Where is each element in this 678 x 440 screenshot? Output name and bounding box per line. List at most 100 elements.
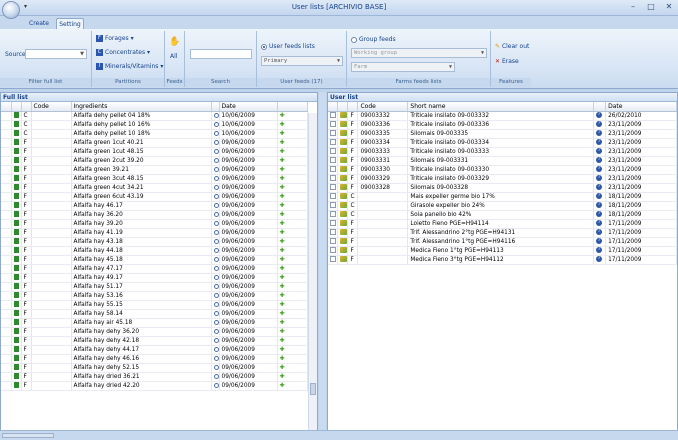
add-cell[interactable]: ✚ bbox=[277, 165, 308, 175]
table-row[interactable]: F Loietto Fieno PGE=H94114 i 17/11/2009 bbox=[328, 219, 677, 229]
row-checkbox-cell[interactable] bbox=[328, 138, 339, 148]
info-icon[interactable]: i bbox=[596, 121, 603, 127]
minimize-icon[interactable]: – bbox=[628, 2, 638, 12]
row-selector[interactable] bbox=[1, 138, 12, 148]
add-arrow-icon[interactable]: ✚ bbox=[280, 328, 285, 335]
add-cell[interactable]: ✚ bbox=[277, 228, 308, 238]
add-cell[interactable]: ✚ bbox=[277, 138, 308, 148]
row-selector[interactable] bbox=[1, 165, 12, 175]
col-code[interactable]: Code bbox=[357, 102, 409, 112]
info-cell[interactable]: i bbox=[593, 237, 607, 247]
erase-button[interactable]: ✕ Erase bbox=[495, 58, 519, 65]
search-cell[interactable] bbox=[211, 111, 220, 121]
row-selector[interactable] bbox=[1, 183, 12, 193]
row-checkbox[interactable] bbox=[330, 175, 336, 181]
search-cell[interactable] bbox=[211, 174, 220, 184]
table-row[interactable]: F Medica Fieno 3°tg PGE=H94112 i 17/11/2009 bbox=[328, 255, 677, 265]
search-cell[interactable] bbox=[211, 156, 220, 166]
feeds-all-button[interactable]: All bbox=[170, 53, 177, 60]
magnifier-icon[interactable] bbox=[213, 382, 218, 388]
table-row[interactable]: C Girasole expeller bio 24% i 18/11/2009 bbox=[328, 201, 677, 211]
row-checkbox[interactable] bbox=[330, 139, 336, 145]
add-arrow-icon[interactable]: ✚ bbox=[280, 202, 285, 209]
magnifier-icon[interactable] bbox=[213, 193, 218, 199]
horizontal-scrollbar[interactable] bbox=[2, 433, 54, 438]
add-arrow-icon[interactable]: ✚ bbox=[280, 247, 285, 254]
farm-select[interactable]: Farm ▼ bbox=[351, 62, 455, 72]
search-cell[interactable] bbox=[211, 291, 220, 301]
info-cell[interactable]: i bbox=[593, 111, 607, 121]
minerals-button[interactable]: I Minerals/Vitamins ▾ bbox=[96, 63, 163, 70]
magnifier-icon[interactable] bbox=[213, 157, 218, 163]
row-selector[interactable] bbox=[1, 120, 12, 130]
info-cell[interactable]: i bbox=[593, 219, 607, 229]
add-cell[interactable]: ✚ bbox=[277, 282, 308, 292]
row-selector[interactable] bbox=[1, 255, 12, 265]
row-selector[interactable] bbox=[1, 147, 12, 157]
add-arrow-icon[interactable]: ✚ bbox=[280, 310, 285, 317]
row-selector[interactable] bbox=[1, 273, 12, 283]
search-cell[interactable] bbox=[211, 336, 220, 346]
add-cell[interactable]: ✚ bbox=[277, 309, 308, 319]
row-checkbox[interactable] bbox=[330, 202, 336, 208]
row-selector[interactable] bbox=[1, 192, 12, 202]
table-row[interactable]: F Alfalfa hay dried 42.20 09/06/2009 ✚ bbox=[1, 381, 308, 391]
info-icon[interactable]: i bbox=[596, 238, 603, 244]
search-cell[interactable] bbox=[211, 264, 220, 274]
magnifier-icon[interactable] bbox=[213, 211, 218, 217]
search-cell[interactable] bbox=[211, 282, 220, 292]
row-checkbox-cell[interactable] bbox=[328, 246, 339, 256]
magnifier-icon[interactable] bbox=[213, 328, 218, 334]
magnifier-icon[interactable] bbox=[213, 238, 218, 244]
row-checkbox[interactable] bbox=[330, 148, 336, 154]
info-icon[interactable]: i bbox=[596, 211, 603, 217]
table-row[interactable]: F Alfalfa hay dried 36.21 09/06/2009 ✚ bbox=[1, 372, 308, 382]
add-arrow-icon[interactable]: ✚ bbox=[280, 175, 285, 182]
add-cell[interactable]: ✚ bbox=[277, 219, 308, 229]
info-cell[interactable]: i bbox=[593, 147, 607, 157]
table-row[interactable]: F Alfalfa hay 44.18 09/06/2009 ✚ bbox=[1, 246, 308, 256]
info-icon[interactable]: i bbox=[596, 148, 603, 154]
working-group-select[interactable]: Working group ▼ bbox=[351, 48, 487, 58]
table-row[interactable]: F 09003332 Triticale insilato 09-003332 i 26… bbox=[328, 111, 677, 121]
row-selector[interactable] bbox=[1, 228, 12, 238]
row-checkbox-cell[interactable] bbox=[328, 129, 339, 139]
table-row[interactable]: F Alfalfa hay 45.18 09/06/2009 ✚ bbox=[1, 255, 308, 265]
row-checkbox-cell[interactable] bbox=[328, 210, 339, 220]
add-arrow-icon[interactable]: ✚ bbox=[280, 166, 285, 173]
table-row[interactable]: F Alfalfa hay air 45.18 09/06/2009 ✚ bbox=[1, 318, 308, 328]
info-cell[interactable]: i bbox=[593, 165, 607, 175]
table-row[interactable]: F Trif. Alessandrino 2°tg PGE=H94131 i 17/1… bbox=[328, 228, 677, 238]
row-selector[interactable] bbox=[1, 237, 12, 247]
table-row[interactable]: F Alfalfa green 6cut 43.19 09/06/2009 ✚ bbox=[1, 192, 308, 202]
search-cell[interactable] bbox=[211, 237, 220, 247]
search-cell[interactable] bbox=[211, 129, 220, 139]
add-arrow-icon[interactable]: ✚ bbox=[280, 229, 285, 236]
search-cell[interactable] bbox=[211, 273, 220, 283]
table-row[interactable]: F Alfalfa hay dehy 42.18 09/06/2009 ✚ bbox=[1, 336, 308, 346]
info-icon[interactable]: i bbox=[596, 247, 603, 253]
close-icon[interactable]: ✕ bbox=[664, 2, 674, 12]
info-icon[interactable]: i bbox=[596, 193, 603, 199]
add-arrow-icon[interactable]: ✚ bbox=[280, 130, 285, 137]
add-cell[interactable]: ✚ bbox=[277, 129, 308, 139]
row-checkbox[interactable] bbox=[330, 112, 336, 118]
info-cell[interactable]: i bbox=[593, 228, 607, 238]
row-selector[interactable] bbox=[1, 282, 12, 292]
info-icon[interactable]: i bbox=[596, 157, 603, 163]
add-arrow-icon[interactable]: ✚ bbox=[280, 211, 285, 218]
row-checkbox[interactable] bbox=[330, 229, 336, 235]
magnifier-icon[interactable] bbox=[213, 112, 218, 118]
table-row[interactable]: C Alfalfa dehy pellet 10 16% 10/06/2009 ✚ bbox=[1, 120, 308, 130]
search-cell[interactable] bbox=[211, 183, 220, 193]
search-cell[interactable] bbox=[211, 363, 220, 373]
magnifier-icon[interactable] bbox=[213, 139, 218, 145]
row-checkbox-cell[interactable] bbox=[328, 111, 339, 121]
info-cell[interactable]: i bbox=[593, 201, 607, 211]
info-icon[interactable]: i bbox=[596, 166, 603, 172]
search-cell[interactable] bbox=[211, 192, 220, 202]
add-arrow-icon[interactable]: ✚ bbox=[280, 283, 285, 290]
row-checkbox-cell[interactable] bbox=[328, 255, 339, 265]
table-row[interactable]: F Alfalfa green 2cut 39.20 09/06/2009 ✚ bbox=[1, 156, 308, 166]
concentrates-button[interactable]: C Concentrates ▾ bbox=[96, 49, 150, 56]
